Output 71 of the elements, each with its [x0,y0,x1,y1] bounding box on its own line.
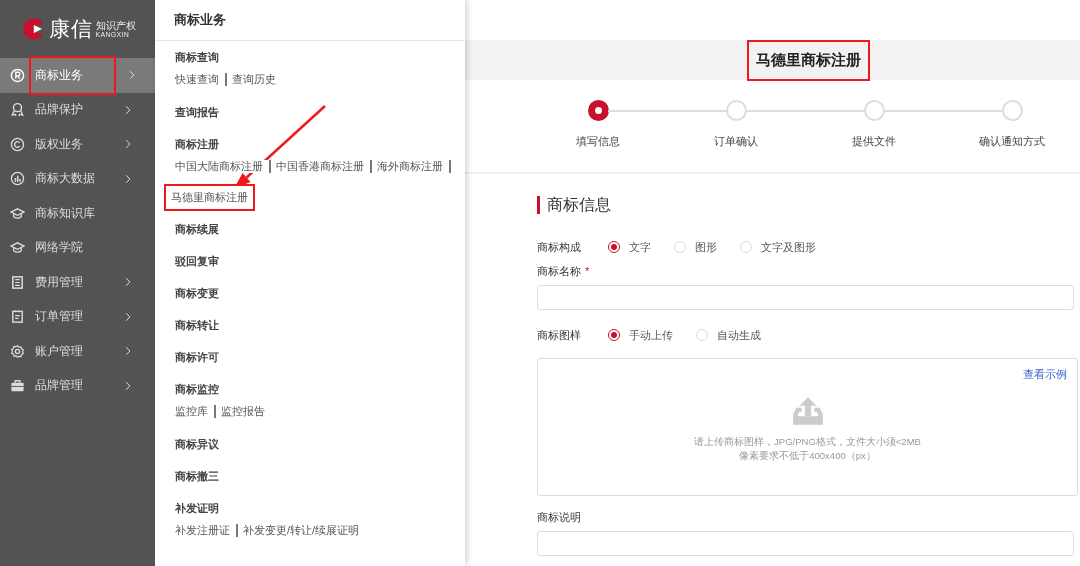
registered-icon [10,67,25,83]
step-label: 确认通知方式 [979,134,1045,149]
page-title: 马德里商标注册 [748,41,868,79]
nav-item[interactable]: 品牌保护 [0,92,155,127]
radio-option[interactable]: 自动生成 [696,327,761,343]
submenu-heading[interactable]: 查询报告 [175,101,465,123]
ledger-icon [10,274,25,290]
nav-label: 网络学院 [35,239,84,257]
field-label: 商标说明 [537,511,581,523]
submenu-heading[interactable]: 商标查询 [175,46,465,68]
submenu-heading[interactable]: 商标许可 [175,346,465,368]
submenu-link[interactable]: 中国大陆商标注册 [175,160,271,173]
upload-area[interactable]: 查看示例 请上传商标图样，JPG/PNG格式，文件大小须<2MB 像素要求不低于400x400（px） [537,358,1078,496]
clipboard-icon [10,309,25,325]
nav-label: 版权业务 [35,135,84,153]
radio-option[interactable]: 手动上传 [608,327,673,343]
graduation-cap-icon [10,205,25,221]
submenu-link[interactable]: 监控库 [175,405,216,418]
submenu-heading[interactable]: 补发证明 [175,497,465,519]
nav-label: 订单管理 [35,308,84,326]
nav-item[interactable]: 商标大数据 [0,161,155,196]
field-label: 商标构成 [537,239,582,255]
submenu-heading[interactable]: 商标异议 [175,433,465,455]
submenu-heading[interactable]: 商标撤三 [175,465,465,487]
submenu-heading[interactable]: 商标注册 [175,133,465,155]
submenu-heading[interactable]: 商标转让 [175,314,465,336]
step-label: 提供文件 [852,134,896,149]
radio-option[interactable]: 图形 [674,239,717,255]
briefcase-icon [10,378,25,394]
nav-item[interactable]: 订单管理 [0,299,155,334]
brand-tagline: 知识产权 [95,20,136,31]
example-link[interactable]: 查看示例 [1023,367,1067,382]
nav-label: 费用管理 [35,273,84,291]
submenu-link[interactable]: 中国香港商标注册 [276,160,372,173]
radio-option[interactable]: 文字 [608,239,651,255]
field-label: 商标图样 [537,327,582,343]
section-title: 商标信息 [537,196,1078,214]
step-label: 填写信息 [576,134,620,149]
submenu-heading[interactable]: 商标续展 [175,218,465,240]
nav-label: 品牌保护 [35,101,84,119]
submenu-heading[interactable]: 商标监控 [175,378,465,400]
submenu-link[interactable]: 补发注册证 [175,524,238,537]
nav-item[interactable]: 品牌管理 [0,368,155,403]
submenu-link[interactable]: 海外商标注册 [377,160,451,173]
submenu-link[interactable]: 快速查询 [175,73,227,86]
radio-option[interactable]: 文字及图形 [740,239,816,255]
nav-label: 品牌管理 [35,377,84,395]
nav-label: 商标大数据 [35,170,96,188]
copyright-icon [10,136,25,152]
nav-label: 商标业务 [31,57,114,93]
submenu-heading[interactable]: 商标变更 [175,282,465,304]
step-label: 订单确认 [714,134,758,149]
input-field[interactable] [537,285,1074,310]
graduation-cap-icon [10,240,25,256]
nav-item[interactable]: 费用管理 [0,265,155,300]
input-field[interactable] [537,531,1074,556]
nav-label: 账户管理 [35,342,84,360]
required-mark: * [585,265,590,277]
chart-icon [10,171,25,187]
brand-name: 康信 [48,16,93,42]
nav-item[interactable]: 商标知识库 [0,196,155,231]
nav-item[interactable]: 网络学院 [0,230,155,265]
submenu-heading[interactable]: 驳回复审 [175,250,465,272]
field-label: 商标名称 [537,265,581,277]
nav-label: 商标知识库 [35,204,96,222]
award-icon [10,102,25,118]
nav-item[interactable]: 商标业务 [0,58,155,93]
nav-item[interactable]: 账户管理 [0,334,155,369]
upload-hint: 请上传商标图样，JPG/PNG格式，文件大小须<2MB 像素要求不低于400x400（px） [694,435,921,463]
settings-icon [10,343,25,359]
nav-item[interactable]: 版权业务 [0,127,155,162]
